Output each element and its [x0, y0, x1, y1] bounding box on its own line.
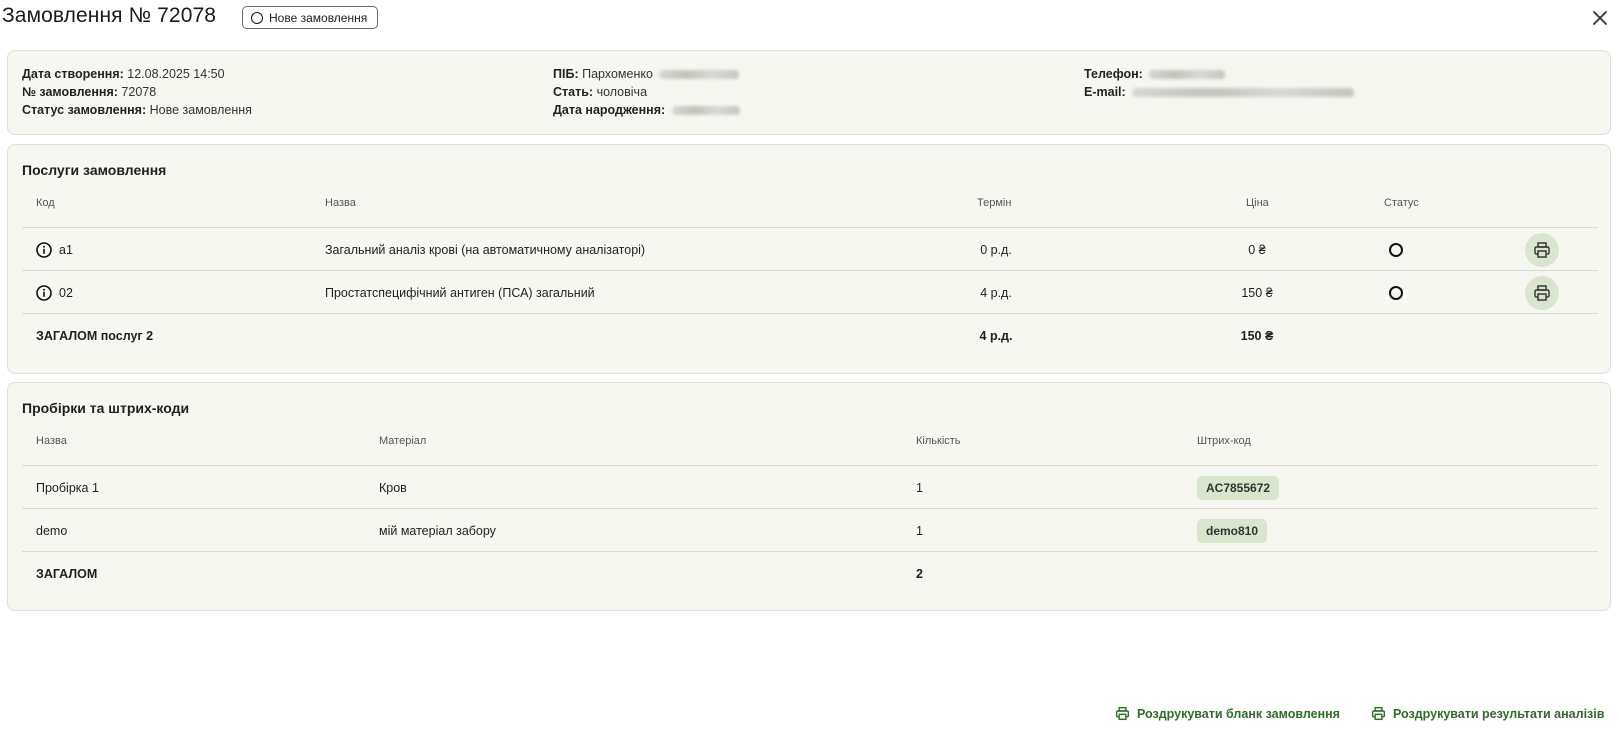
service-name: Загальний аналіз крові (на автоматичному…: [325, 242, 646, 257]
services-table-header: Код Назва Термін Ціна Статус: [22, 197, 1598, 215]
service-code-cell: 02: [36, 271, 73, 314]
service-status: [1389, 228, 1403, 271]
column-header-term: Термін: [977, 197, 1012, 209]
tube-quantity: 1: [916, 480, 923, 495]
tubes-section-title: Пробірки та штрих-коди: [22, 400, 190, 416]
phone-label: Телефон:: [1084, 67, 1143, 81]
service-print-cell: [1525, 271, 1559, 314]
redacted-phone: [1149, 70, 1226, 80]
barcode-chip[interactable]: demo810: [1197, 518, 1268, 543]
order-info-card: Дата створення: 12.08.2025 14:50 № замов…: [7, 50, 1611, 135]
service-code: а1: [59, 242, 73, 257]
table-row: а1 Загальний аналіз крові (на автоматичн…: [22, 227, 1598, 271]
tube-barcode-cell: AC7855672: [1197, 466, 1280, 509]
service-status: [1389, 271, 1403, 314]
created-date-row: Дата створення: 12.08.2025 14:50: [22, 65, 252, 83]
column-header-quantity: Кількість: [916, 435, 961, 447]
printer-icon: [1534, 241, 1550, 258]
order-number-row: № замовлення: 72078: [22, 83, 252, 101]
status-badge-label: Нове замовлення: [269, 10, 368, 25]
table-total-row: ЗАГАЛОМ 2: [22, 551, 1598, 595]
tubes-barcodes-card: Пробірки та штрих-коди Назва Матеріал Кі…: [7, 382, 1611, 611]
tubes-total-label: ЗАГАЛОМ: [36, 566, 98, 581]
info-icon[interactable]: [36, 241, 52, 258]
column-header-code: Код: [36, 197, 55, 209]
print-results-label: Роздрукувати результати аналізів: [1393, 706, 1605, 721]
printer-icon: [1115, 706, 1130, 721]
barcode-chip[interactable]: AC7855672: [1197, 475, 1280, 500]
table-row: 02 Простатспецифічний антиген (ПСА) зага…: [22, 270, 1598, 314]
services-total-label: ЗАГАЛОМ послуг 2: [36, 328, 154, 343]
service-code-cell: а1: [36, 228, 73, 271]
close-icon[interactable]: [1590, 8, 1610, 28]
patient-name-label: ПІБ:: [553, 67, 579, 81]
info-icon[interactable]: [36, 284, 52, 301]
patient-info-column: ПІБ: Пархоменко Стать: чоловіча Дата нар…: [553, 65, 740, 119]
column-header-name: Назва: [36, 435, 67, 447]
created-date-label: Дата створення:: [22, 67, 124, 81]
print-service-button[interactable]: [1525, 275, 1559, 310]
order-status-value: Нове замовлення: [149, 103, 252, 117]
column-header-material: Матеріал: [379, 435, 427, 447]
tubes-total-quantity: 2: [916, 566, 923, 581]
contact-info-column: Телефон: E-mail:: [1084, 65, 1355, 101]
patient-birth-row: Дата народження:: [553, 101, 740, 119]
redacted-name: [659, 70, 740, 80]
service-term: 0 р.д.: [980, 242, 1012, 257]
column-header-name: Назва: [325, 197, 356, 209]
tube-material: мій матеріал забору: [379, 523, 496, 538]
tube-name: demo: [36, 523, 68, 538]
tube-barcode-cell: demo810: [1197, 509, 1268, 552]
service-print-cell: [1525, 228, 1559, 271]
phone-row: Телефон:: [1084, 65, 1354, 83]
print-results-button[interactable]: Роздрукувати результати аналізів: [1371, 706, 1604, 721]
redacted-email: [1132, 88, 1355, 98]
print-order-form-button[interactable]: Роздрукувати бланк замовлення: [1115, 706, 1340, 721]
status-circle-icon: [1389, 242, 1403, 257]
status-circle-icon: [251, 11, 263, 24]
order-number-label: № замовлення:: [22, 85, 118, 99]
order-services-card: Послуги замовлення Код Назва Термін Ціна…: [7, 144, 1611, 374]
order-number-value: 72078: [121, 85, 157, 99]
tube-material: Кров: [379, 480, 407, 495]
printer-icon: [1534, 284, 1550, 301]
email-row: E-mail:: [1084, 83, 1355, 101]
status-badge: Нове замовлення: [242, 6, 379, 29]
order-info-column: Дата створення: 12.08.2025 14:50 № замов…: [22, 65, 252, 119]
email-label: E-mail:: [1084, 85, 1126, 99]
service-price: 0 ₴: [1248, 242, 1266, 257]
patient-birth-label: Дата народження:: [553, 103, 666, 117]
tube-name: Пробірка 1: [36, 480, 99, 495]
patient-gender-label: Стать:: [553, 85, 594, 99]
redacted-birth-date: [671, 106, 740, 116]
order-status-label: Статус замовлення:: [22, 103, 147, 117]
printer-icon: [1371, 706, 1386, 721]
tubes-table-header: Назва Матеріал Кількість Штрих-код: [22, 435, 1598, 453]
services-total-price: 150 ₴: [1240, 328, 1274, 343]
patient-gender-value: чоловіча: [596, 85, 648, 99]
service-code: 02: [59, 285, 73, 300]
table-total-row: ЗАГАЛОМ послуг 2 4 р.д. 150 ₴: [22, 313, 1598, 357]
column-header-status: Статус: [1384, 197, 1419, 209]
dialog-header: Замовлення № 72078 Нове замовлення: [0, 0, 1619, 40]
status-circle-icon: [1389, 285, 1403, 300]
service-name: Простатспецифічний антиген (ПСА) загальн…: [325, 285, 595, 300]
patient-gender-row: Стать: чоловіча: [553, 83, 740, 101]
page-title: Замовлення № 72078: [2, 4, 217, 27]
table-row: demo мій матеріал забору 1 demo810: [22, 508, 1598, 552]
order-status-row: Статус замовлення: Нове замовлення: [22, 101, 252, 119]
column-header-barcode: Штрих-код: [1197, 435, 1251, 447]
print-order-form-label: Роздрукувати бланк замовлення: [1137, 706, 1340, 721]
patient-name-row: ПІБ: Пархоменко: [553, 65, 740, 83]
patient-name-value: Пархоменко: [582, 67, 653, 81]
print-service-button[interactable]: [1525, 232, 1559, 267]
tube-quantity: 1: [916, 523, 923, 538]
service-term: 4 р.д.: [980, 285, 1012, 300]
service-price: 150 ₴: [1241, 285, 1273, 300]
column-header-price: Ціна: [1246, 197, 1269, 209]
services-total-term: 4 р.д.: [979, 328, 1013, 343]
services-section-title: Послуги замовлення: [22, 162, 167, 178]
created-date-value: 12.08.2025 14:50: [127, 67, 225, 81]
table-row: Пробірка 1 Кров 1 AC7855672: [22, 465, 1598, 509]
